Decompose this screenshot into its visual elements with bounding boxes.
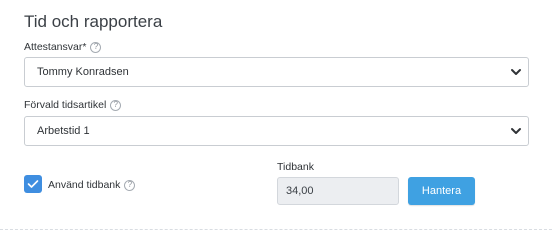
article-select[interactable]: Arbetstid 1: [24, 116, 529, 146]
manage-button[interactable]: Hantera: [408, 177, 475, 205]
timebank-toggle-label[interactable]: Använd tidbank: [48, 179, 120, 191]
attest-label-row: Attestansvar* ?: [24, 41, 102, 53]
attest-label: Attestansvar*: [24, 41, 87, 53]
article-label-row: Förvald tidsartikel ?: [24, 99, 122, 111]
timebank-label: Tidbank: [277, 161, 314, 173]
chevron-down-icon: [511, 128, 521, 134]
question-circle-icon[interactable]: ?: [90, 41, 102, 53]
timebank-toggle-row: Använd tidbank ?: [48, 179, 136, 191]
section-title: Tid och rapportera: [24, 12, 163, 31]
question-circle-icon[interactable]: ?: [110, 99, 122, 111]
time-reporting-panel: Tid och rapportera Attestansvar* ? Tommy…: [0, 0, 552, 230]
article-selected-value: Arbetstid 1: [37, 125, 90, 137]
chevron-down-icon: [511, 69, 521, 75]
article-label: Förvald tidsartikel: [24, 99, 107, 111]
checkmark-icon: [27, 180, 39, 188]
timebank-checkbox[interactable]: [24, 175, 42, 193]
question-circle-icon[interactable]: ?: [124, 179, 136, 191]
timebank-input[interactable]: 34,00: [277, 177, 399, 205]
attest-selected-value: Tommy Konradsen: [37, 66, 129, 78]
attest-select[interactable]: Tommy Konradsen: [24, 57, 529, 87]
